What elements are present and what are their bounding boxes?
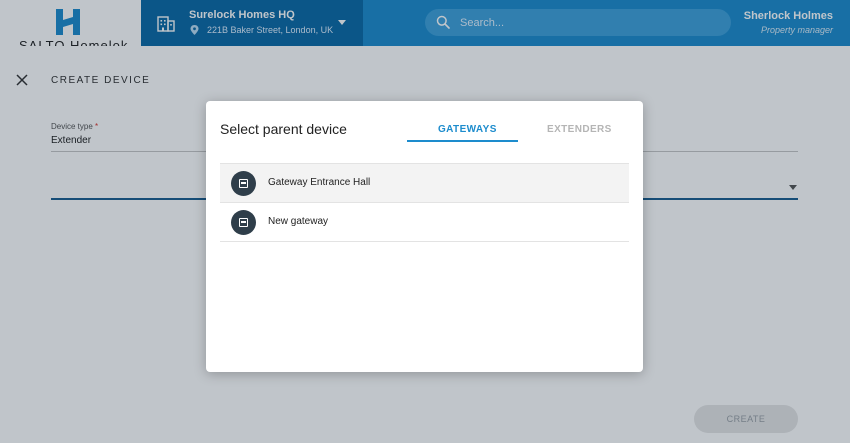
list-item[interactable]: Gateway Entrance Hall xyxy=(220,164,629,203)
gateway-icon xyxy=(231,171,256,196)
list-item[interactable]: New gateway xyxy=(220,203,629,242)
select-parent-device-dialog: Select parent device GATEWAYS EXTENDERS … xyxy=(206,101,643,372)
device-name: New gateway xyxy=(268,216,329,227)
active-tab-indicator xyxy=(407,140,518,142)
tab-gateways[interactable]: GATEWAYS xyxy=(438,124,497,135)
gateway-icon xyxy=(231,210,256,235)
device-name: Gateway Entrance Hall xyxy=(268,177,371,188)
tab-extenders[interactable]: EXTENDERS xyxy=(547,124,612,135)
dialog-title: Select parent device xyxy=(220,121,347,137)
